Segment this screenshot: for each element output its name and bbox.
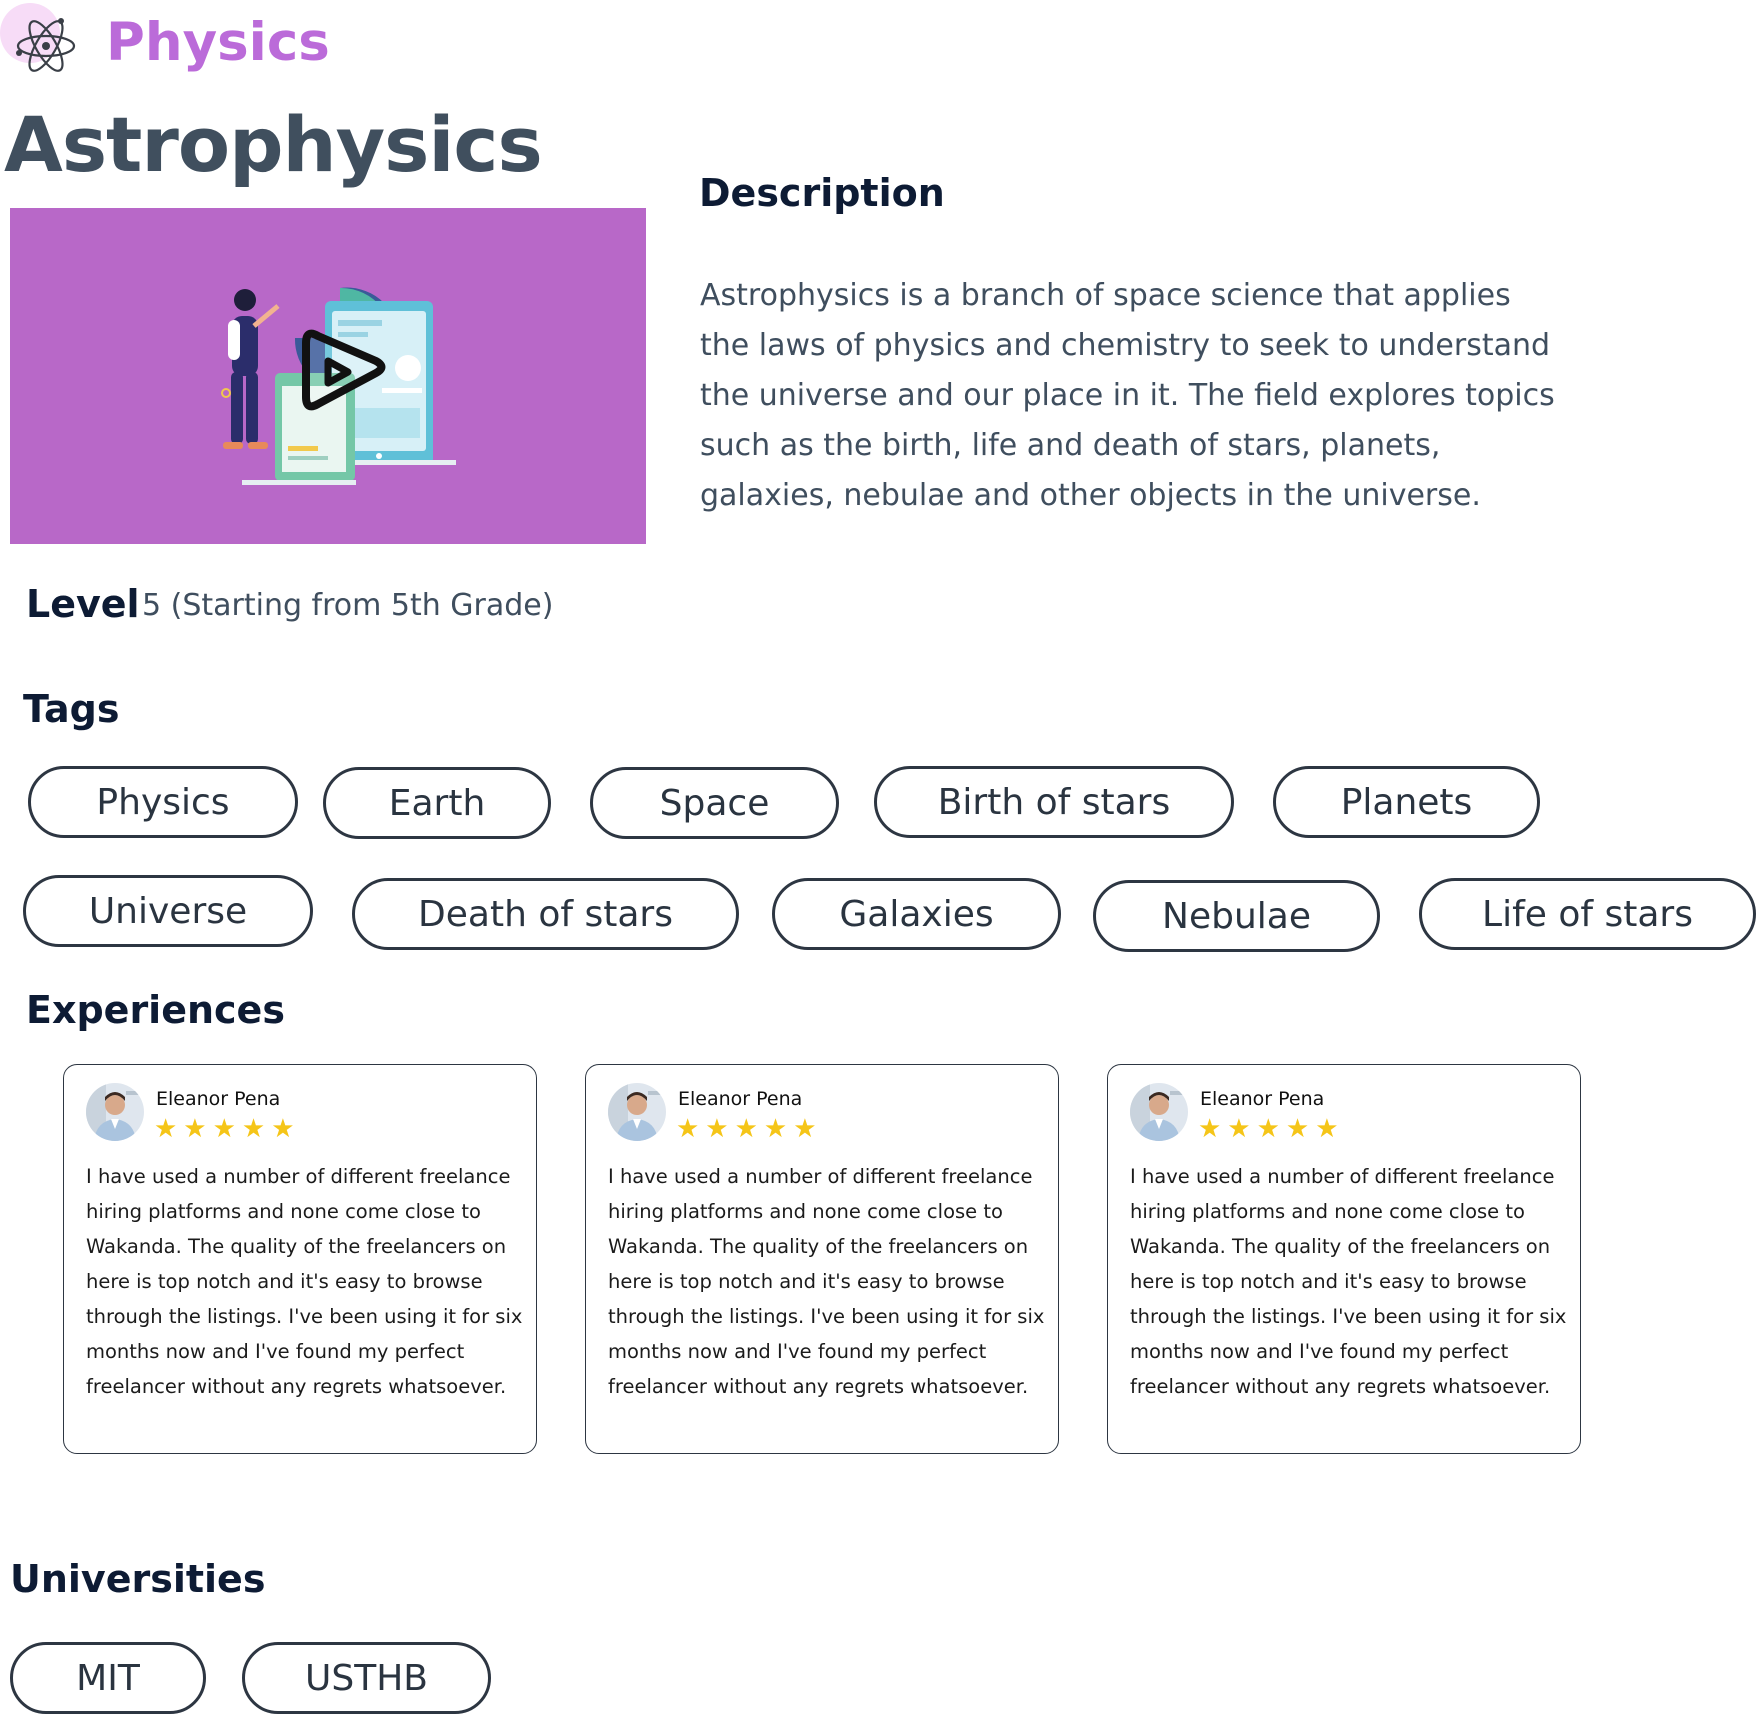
avatar <box>608 1083 666 1141</box>
star-rating: ★★★★★ <box>1198 1113 1345 1143</box>
brand-name[interactable]: Physics <box>106 8 330 78</box>
description-heading: Description <box>699 171 945 215</box>
tag-universe[interactable]: Universe <box>23 875 313 947</box>
review-card: Eleanor Pena ★★★★★ I have used a number … <box>63 1064 537 1454</box>
university-usthb[interactable]: USTHB <box>242 1642 491 1714</box>
reviewer-name: Eleanor Pena <box>1200 1088 1325 1110</box>
description-text: Astrophysics is a branch of space scienc… <box>700 278 1555 513</box>
tag-galaxies[interactable]: Galaxies <box>772 878 1061 950</box>
experiences-heading: Experiences <box>26 988 285 1032</box>
level-label: Level <box>26 582 140 626</box>
page-title: Astrophysics <box>4 100 543 189</box>
video-illustration <box>221 287 456 485</box>
atom-icon <box>0 0 78 78</box>
tag-death-of-stars[interactable]: Death of stars <box>352 878 739 950</box>
avatar <box>86 1083 144 1141</box>
tag-birth-of-stars[interactable]: Birth of stars <box>874 766 1234 838</box>
tags-heading: Tags <box>23 687 120 731</box>
tag-life-of-stars[interactable]: Life of stars <box>1419 878 1756 950</box>
tag-nebulae[interactable]: Nebulae <box>1093 880 1380 952</box>
universities-heading: Universities <box>10 1557 266 1601</box>
star-rating: ★★★★★ <box>154 1113 301 1143</box>
tag-planets[interactable]: Planets <box>1273 766 1540 838</box>
tag-physics[interactable]: Physics <box>28 766 298 838</box>
review-text: I have used a number of different freela… <box>1130 1165 1567 1398</box>
university-mit[interactable]: MIT <box>10 1642 206 1714</box>
review-text: I have used a number of different freela… <box>86 1165 523 1398</box>
review-card: Eleanor Pena ★★★★★ I have used a number … <box>1107 1064 1581 1454</box>
review-text: I have used a number of different freela… <box>608 1165 1045 1398</box>
reviewer-name: Eleanor Pena <box>678 1088 803 1110</box>
reviewer-name: Eleanor Pena <box>156 1088 281 1110</box>
tag-space[interactable]: Space <box>590 767 839 839</box>
avatar <box>1130 1083 1188 1141</box>
review-card: Eleanor Pena ★★★★★ I have used a number … <box>585 1064 1059 1454</box>
course-video[interactable] <box>10 208 646 544</box>
level-value: 5 (Starting from 5th Grade) <box>142 588 554 623</box>
star-rating: ★★★★★ <box>676 1113 823 1143</box>
tag-earth[interactable]: Earth <box>323 767 551 839</box>
